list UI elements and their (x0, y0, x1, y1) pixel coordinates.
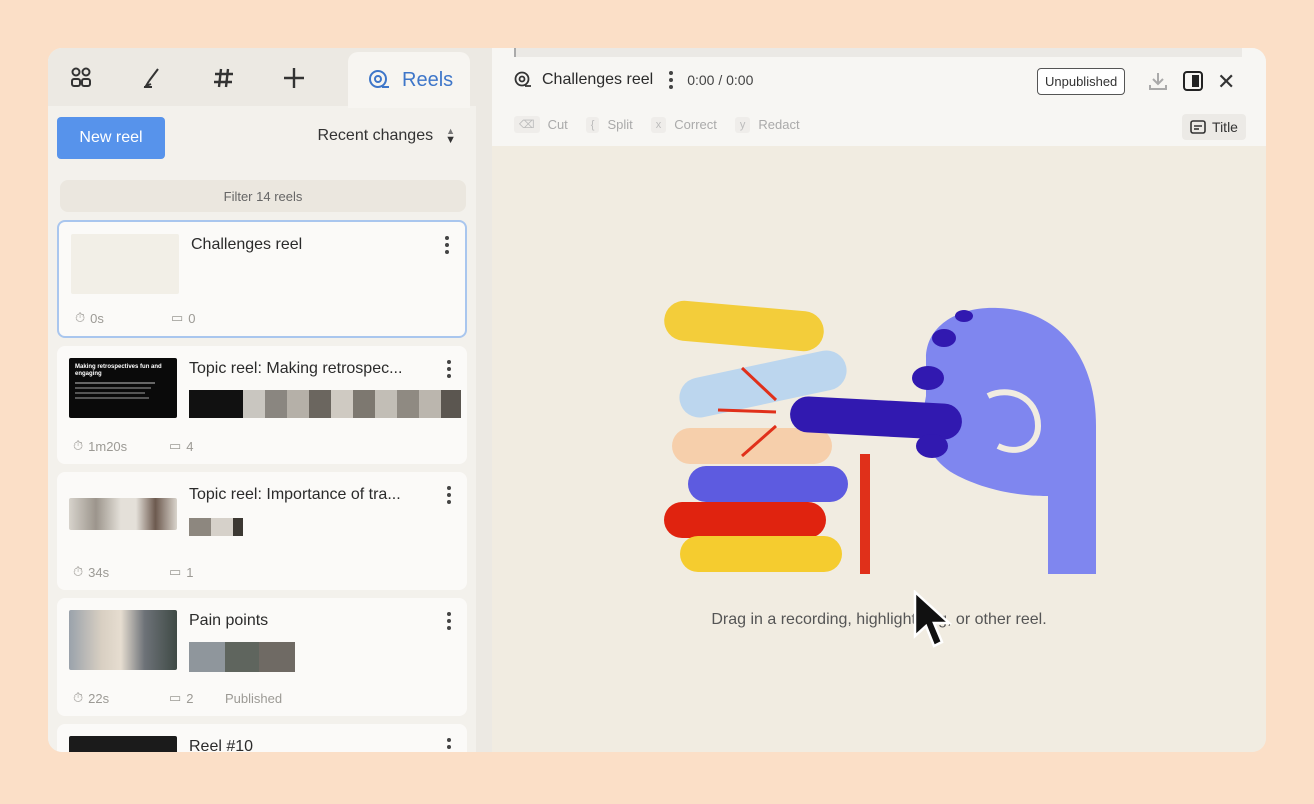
correct-label: Correct (674, 117, 717, 132)
tab-reels[interactable]: Reels (348, 52, 470, 108)
editor-header: Challenges reel 0:00 / 0:00 Unpublished … (492, 48, 1266, 146)
timer-icon: ⏱ (73, 564, 84, 579)
reel-duration: 0s (90, 310, 104, 326)
empty-state-hint: Drag in a recording, highlight, tag, or … (711, 611, 1047, 628)
people-icon[interactable] (64, 62, 100, 94)
reel-thumbnail (69, 736, 177, 752)
redact-shortcut: y (734, 116, 751, 133)
reel-meta: ⏱ 1m20s ▭ 4 (73, 438, 225, 454)
clip-icon: ▭ (171, 310, 184, 325)
sort-arrows-icon: ▲ ▼ (445, 126, 456, 146)
hashtag-icon[interactable] (206, 62, 242, 94)
cut-tool[interactable]: ⌫ Cut (514, 116, 568, 133)
split-shortcut: { (585, 116, 600, 133)
side-panel-icon[interactable] (1182, 70, 1204, 97)
reel-clip-count: 4 (186, 438, 194, 454)
reel-card[interactable]: Pain points ⏱ 22s ▭ 2 Published (57, 598, 467, 716)
reel-list[interactable]: Challenges reel ⏱ 0s ▭ 0 Making retrospect… (57, 220, 467, 752)
reel-duration: 34s (88, 564, 110, 580)
playback-time: 0:00 / 0:00 (687, 72, 754, 88)
reel-title: Reel #10 (189, 738, 254, 752)
more-icon[interactable] (439, 236, 455, 254)
timer-icon: ⏱ (73, 690, 84, 705)
reel-thumbnail (71, 234, 179, 294)
reel-title: Challenges reel (191, 236, 303, 253)
reel-icon (514, 71, 531, 87)
cut-label: Cut (547, 117, 568, 132)
new-reel-button[interactable]: New reel (57, 117, 165, 159)
clip-icon: ▭ (169, 690, 182, 705)
correct-shortcut: x (650, 116, 667, 133)
title-button[interactable]: Title (1182, 114, 1246, 140)
filter-input[interactable]: Filter 14 reels (60, 180, 466, 212)
close-icon[interactable]: ✕ (1217, 71, 1235, 93)
reel-menu-icon[interactable] (669, 71, 674, 89)
edit-toolbar: ⌫ Cut { Split x Correct y Redact (514, 116, 800, 133)
reel-clip-count: 2 (186, 690, 194, 706)
timer-icon: ⏱ (75, 310, 86, 325)
reel-meta: ⏱ 0s ▭ 0 (75, 310, 227, 326)
reel-title: Topic reel: Making retrospec... (189, 360, 403, 377)
reel-duration: 1m20s (88, 438, 128, 454)
clip-icon: ▭ (169, 438, 182, 453)
split-label: Split (607, 117, 633, 132)
timer-icon: ⏱ (73, 438, 84, 453)
reel-name[interactable]: Challenges reel (542, 71, 653, 89)
download-icon[interactable] (1147, 70, 1169, 97)
cut-shortcut: ⌫ (514, 116, 540, 133)
sort-label: Recent changes (317, 127, 434, 144)
split-tool[interactable]: { Split (585, 116, 633, 133)
reel-card[interactable]: Challenges reel ⏱ 0s ▭ 0 (57, 220, 467, 338)
panel-divider[interactable] (476, 48, 492, 752)
highlight-icon[interactable] (134, 62, 170, 94)
plus-icon[interactable] (276, 62, 312, 94)
clip-icon: ▭ (169, 564, 182, 579)
more-icon[interactable] (441, 486, 457, 504)
reels-panel: Reels New reel Recent changes ▲ ▼ Filter … (48, 48, 476, 752)
reel-thumbnail (69, 498, 177, 530)
subtitle-icon (1190, 120, 1206, 134)
reel-title: Pain points (189, 612, 269, 629)
sort-dropdown[interactable]: Recent changes ▲ ▼ (317, 126, 456, 146)
redact-tool[interactable]: y Redact (734, 116, 800, 133)
more-icon[interactable] (441, 738, 457, 752)
more-icon[interactable] (441, 360, 457, 378)
clip-strip (189, 642, 295, 672)
clip-strip (189, 518, 243, 536)
reel-card[interactable]: Reel #10 (57, 724, 467, 752)
tab-reels-label: Reels (402, 68, 454, 91)
more-icon[interactable] (441, 612, 457, 630)
redact-label: Redact (758, 117, 800, 132)
reel-icon (369, 70, 389, 88)
thumbnail-text: Making retrospectives fun and engaging (75, 364, 162, 377)
clip-strip (189, 390, 461, 418)
reel-name-group: Challenges reel 0:00 / 0:00 (514, 71, 753, 89)
empty-state-illustration (658, 296, 1098, 581)
reel-title: Topic reel: Importance of tra... (189, 486, 401, 503)
published-status: Published (225, 690, 283, 706)
title-button-label: Title (1212, 119, 1238, 135)
reel-thumbnail (69, 610, 177, 670)
reel-clip-count: 0 (188, 310, 196, 326)
reel-clip-count: 1 (186, 564, 194, 580)
reel-meta: ⏱ 34s ▭ 1 (73, 564, 225, 580)
reel-meta: ⏱ 22s ▭ 2 Published (73, 690, 282, 706)
app-window: Reels New reel Recent changes ▲ ▼ Filter … (48, 48, 1266, 752)
reel-editor: Challenges reel 0:00 / 0:00 Unpublished … (492, 48, 1266, 752)
reel-card[interactable]: Making retrospectives fun and engaging T… (57, 346, 467, 464)
reel-thumbnail: Making retrospectives fun and engaging (69, 358, 177, 418)
correct-tool[interactable]: x Correct (650, 116, 717, 133)
timeline-bar[interactable] (514, 48, 1242, 57)
reel-card[interactable]: Topic reel: Importance of tra... ⏱ 34s ▭ 1 (57, 472, 467, 590)
status-badge[interactable]: Unpublished (1037, 68, 1126, 95)
mouse-cursor-icon (913, 590, 952, 648)
reel-duration: 22s (88, 690, 110, 706)
